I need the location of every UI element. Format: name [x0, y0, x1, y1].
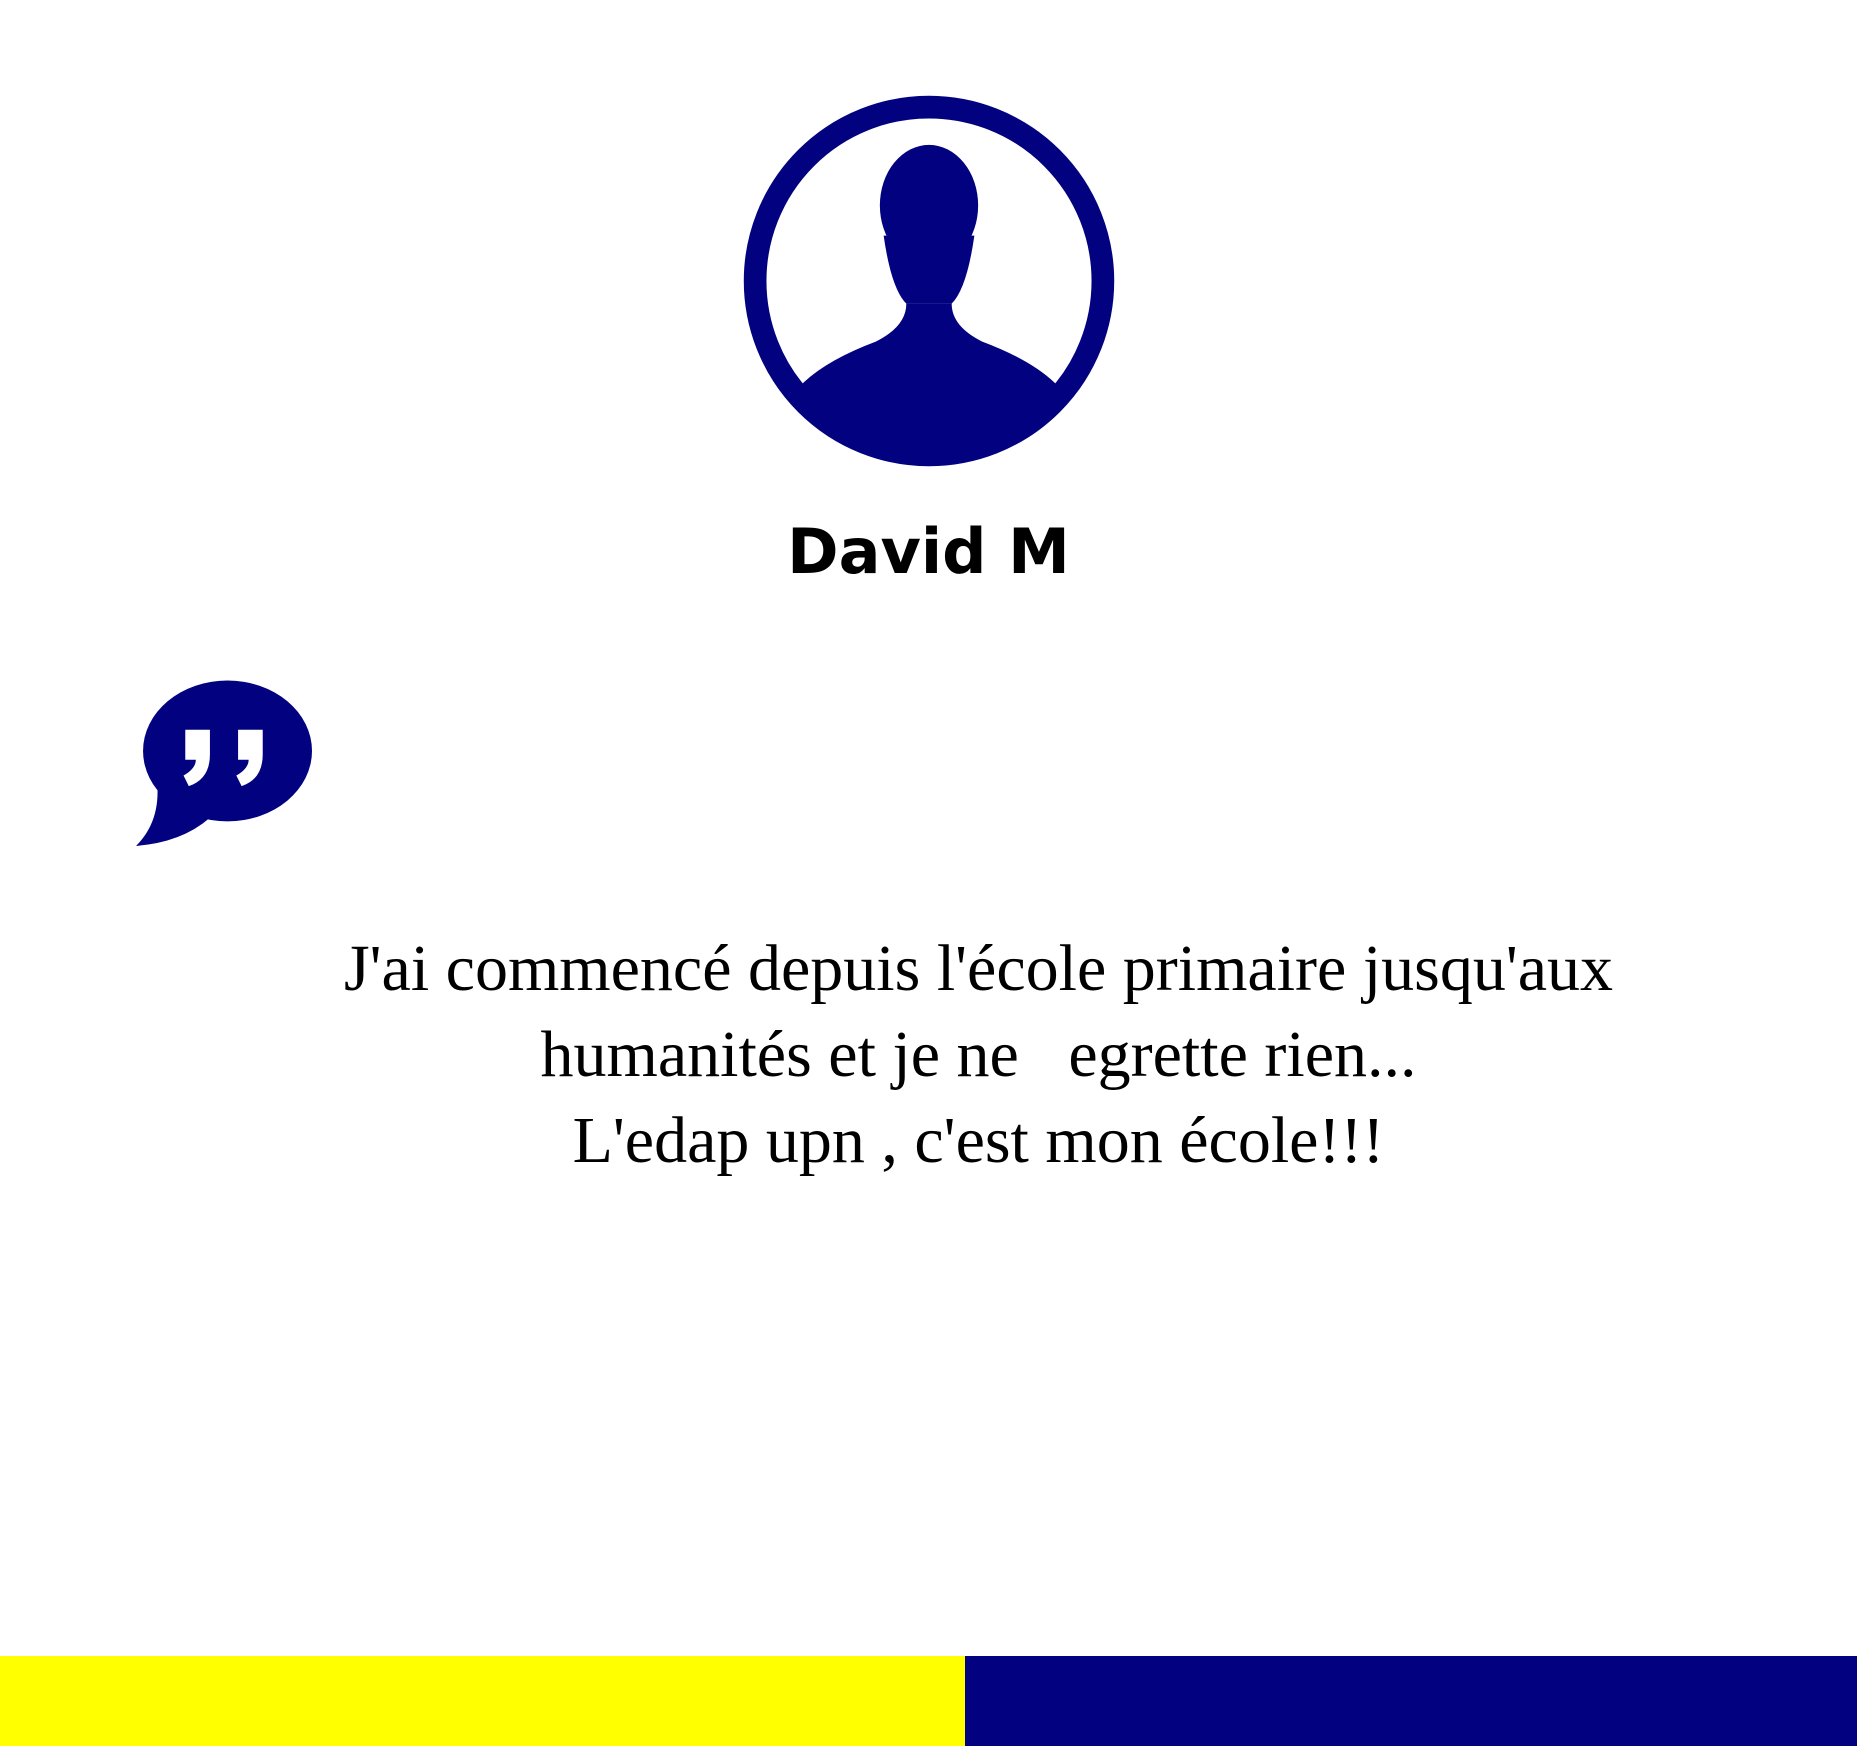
footer-yellow-segment [0, 1656, 965, 1746]
testimonial-line: J'ai commencé depuis l'école primaire ju… [343, 932, 1614, 1005]
avatar [740, 92, 1118, 470]
quote-bubble-icon [136, 680, 312, 850]
testimonial-text: J'ai commencé depuis l'école primaire ju… [200, 926, 1757, 1184]
user-silhouette-icon [743, 95, 1115, 467]
footer-color-bar [0, 1656, 1857, 1746]
footer-navy-segment [965, 1656, 1857, 1746]
person-name: David M [787, 515, 1070, 588]
testimonial-line: humanités et je ne egrette rien... [540, 1018, 1417, 1091]
testimonial-line: L'edap upn , c'est mon école!!! [572, 1104, 1385, 1177]
